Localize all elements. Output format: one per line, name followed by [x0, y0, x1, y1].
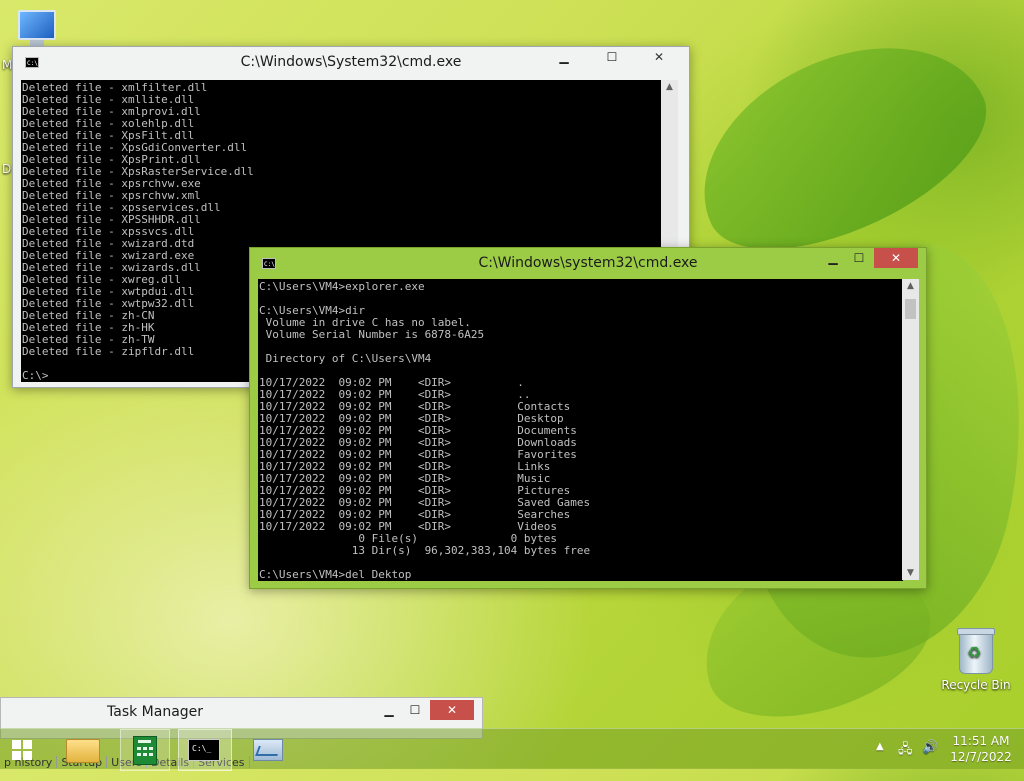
- show-hidden-icons-chevron-icon[interactable]: ▲: [876, 741, 884, 781]
- minimize-button[interactable]: ▁: [551, 47, 577, 67]
- scroll-down-button[interactable]: ▼: [902, 566, 919, 580]
- window-title: C:\Windows\System32\cmd.exe: [240, 54, 462, 70]
- minimize-button[interactable]: ▁: [820, 248, 846, 268]
- taskbar-calculator[interactable]: [120, 729, 170, 771]
- scroll-up-button[interactable]: ▲: [661, 80, 678, 94]
- console-line: C:\Users\VM4>del Dektop: [259, 568, 412, 581]
- desktop-label-fragment: D: [2, 162, 12, 176]
- wallpaper-leaf: [668, 4, 1012, 286]
- clock-time: 11:51 AM: [952, 734, 1010, 748]
- cmd-icon: C:\_: [188, 739, 220, 761]
- maximize-button[interactable]: ☐: [599, 47, 625, 67]
- console-line: Directory of C:\Users\VM4: [259, 352, 432, 365]
- console-output[interactable]: C:\Users\VM4>explorer.exe C:\Users\VM4>d…: [258, 279, 903, 581]
- computer-icon[interactable]: [14, 10, 60, 50]
- recycle-bin-icon: ♻: [957, 628, 995, 674]
- close-button[interactable]: ✕: [874, 248, 918, 268]
- title-bar[interactable]: C:\ C:\Windows\system32\cmd.exe ▁ ☐ ✕: [250, 248, 926, 280]
- minimize-button[interactable]: ▁: [376, 700, 402, 720]
- title-bar[interactable]: C:\ C:\Windows\System32\cmd.exe ▁ ☐ ✕: [13, 47, 689, 79]
- clock-date: 12/7/2022: [950, 750, 1012, 764]
- clock[interactable]: 11:51 AM 12/7/2022: [938, 733, 1024, 773]
- start-button[interactable]: [6, 729, 40, 769]
- volume-icon[interactable]: 🔊: [922, 740, 938, 780]
- taskbar-task-manager[interactable]: [242, 729, 290, 769]
- console-line: C:\Users\VM4>explorer.exe: [259, 280, 425, 293]
- taskbar-file-explorer[interactable]: [58, 729, 108, 769]
- taskbar-command-prompt[interactable]: C:\_: [178, 729, 232, 771]
- cmd-window-front[interactable]: C:\ C:\Windows\system32\cmd.exe ▁ ☐ ✕ C:…: [249, 247, 927, 589]
- taskbar: p historyStartupUsersDetailsServices C:\…: [0, 728, 1024, 771]
- recycle-bin-label: Recycle Bin: [941, 678, 1011, 692]
- console-line: Volume Serial Number is 6878-6A25: [259, 328, 485, 341]
- folder-icon: [66, 739, 100, 763]
- network-icon[interactable]: 🖧: [898, 740, 913, 780]
- scroll-thumb[interactable]: [905, 299, 916, 319]
- maximize-button[interactable]: ☐: [402, 700, 428, 720]
- close-button[interactable]: ✕: [637, 47, 681, 67]
- console-line: 13 Dir(s) 96,302,383,104 bytes free: [259, 544, 591, 557]
- maximize-button[interactable]: ☐: [846, 248, 872, 268]
- desktop-label-fragment: M: [2, 58, 13, 72]
- recycle-bin[interactable]: ♻ Recycle Bin: [938, 628, 1014, 692]
- calculator-icon: [133, 736, 157, 765]
- scroll-up-button[interactable]: ▲: [902, 279, 919, 293]
- vertical-scrollbar[interactable]: ▲ ▼: [902, 279, 919, 580]
- task-manager-icon: [253, 739, 283, 761]
- close-button[interactable]: ✕: [430, 700, 474, 720]
